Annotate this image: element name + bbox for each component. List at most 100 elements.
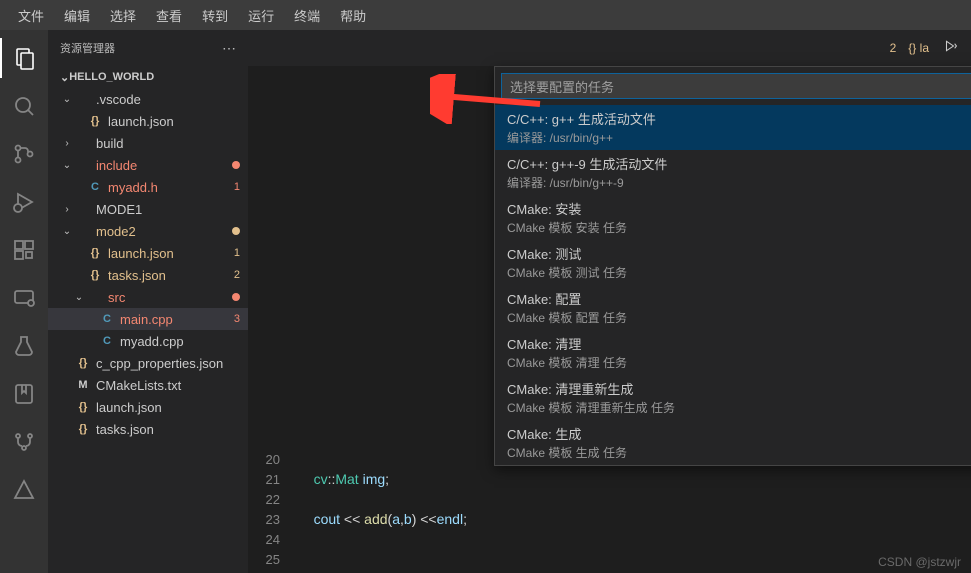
menu-item[interactable]: 帮助 — [330, 2, 376, 29]
tab-badge: 2 — [890, 41, 897, 55]
line-number: 23 — [248, 512, 298, 527]
file-item[interactable]: {}tasks.json — [48, 418, 248, 440]
chevron-down-icon: ⌄ — [72, 292, 86, 303]
menu-item[interactable]: 选择 — [100, 2, 146, 29]
tree-label: tasks.json — [96, 422, 240, 437]
explorer-icon[interactable] — [0, 38, 48, 78]
run-icon[interactable] — [941, 39, 959, 58]
code-line[interactable]: 23 cout << add(a,b) <<endl; — [248, 509, 971, 529]
activity-bar — [0, 30, 48, 573]
remote-icon[interactable] — [0, 278, 48, 318]
menu-item[interactable]: 编辑 — [54, 2, 100, 29]
menubar: 文件编辑选择查看转到运行终端帮助 — [0, 0, 971, 30]
folder-item[interactable]: ⌄ .vscode — [48, 88, 248, 110]
tree-label: myadd.h — [108, 180, 230, 195]
quick-pick-desc: CMake 模板 清理重新生成 任务 — [507, 399, 971, 416]
file-item[interactable]: {} launch.json — [48, 110, 248, 132]
tree-label: src — [108, 290, 232, 305]
project-title[interactable]: ⌄ HELLO_WORLD — [48, 66, 248, 88]
tree-label: mode2 — [96, 224, 232, 239]
json-icon: {} — [86, 115, 104, 127]
cmake-icon[interactable] — [0, 470, 48, 510]
file-item[interactable]: Cmyadd.cpp — [48, 330, 248, 352]
quick-pick-desc: CMake 模板 测试 任务 — [507, 264, 971, 281]
c-file-icon: C — [98, 313, 116, 325]
menu-item[interactable]: 转到 — [192, 2, 238, 29]
chevron-down-icon: ⌄ — [60, 94, 74, 105]
watermark: CSDN @jstzwjr — [878, 555, 961, 569]
run-debug-icon[interactable] — [0, 182, 48, 222]
quick-pick-label: CMake: 生成 — [507, 424, 971, 443]
more-icon[interactable]: ⋯ — [222, 40, 236, 57]
quick-pick-desc: 编译器: /usr/bin/g++ — [507, 129, 971, 146]
code-line[interactable]: 21 cv::Mat img; — [248, 469, 971, 489]
git-graph-icon[interactable] — [0, 422, 48, 462]
code-line[interactable]: 25 — [248, 549, 971, 569]
quick-pick-list: C/C++: g++ 生成活动文件编译器: /usr/bin/g++C/C++:… — [495, 105, 971, 465]
tab-label[interactable]: {} la — [908, 41, 929, 55]
menu-item[interactable]: 查看 — [146, 2, 192, 29]
menu-item[interactable]: 文件 — [8, 2, 54, 29]
chevron-right-icon: › — [60, 138, 74, 149]
problem-badge: 3 — [234, 313, 240, 325]
chevron-down-icon: ⌄ — [60, 71, 69, 84]
file-tree: ⌄.vscode{}launch.json›build⌄includeCmyad… — [48, 88, 248, 440]
tree-label: include — [96, 158, 232, 173]
file-item[interactable]: Cmyadd.h1 — [48, 176, 248, 198]
bookmark-icon[interactable] — [0, 374, 48, 414]
source-control-icon[interactable] — [0, 134, 48, 174]
extensions-icon[interactable] — [0, 230, 48, 270]
json-icon: {} — [74, 357, 92, 369]
file-item[interactable]: M CMakeLists.txt — [48, 374, 248, 396]
tree-label: launch.json — [96, 400, 240, 415]
folder-item[interactable]: ›MODE1 — [48, 198, 248, 220]
file-item[interactable]: {}c_cpp_properties.json — [48, 352, 248, 374]
folder-item[interactable]: ›build — [48, 132, 248, 154]
file-item[interactable]: Cmain.cpp3 — [48, 308, 248, 330]
quick-pick-desc: 编译器: /usr/bin/g++-9 — [507, 174, 971, 191]
quick-pick-item[interactable]: C/C++: g++-9 生成活动文件编译器: /usr/bin/g++-9 — [495, 150, 971, 195]
file-item[interactable]: {} launch.json — [48, 396, 248, 418]
folder-item[interactable]: ⌄mode2 — [48, 220, 248, 242]
cmake-icon: M — [74, 379, 92, 391]
quick-pick-item[interactable]: CMake: 清理CMake 模板 清理 任务 — [495, 330, 971, 375]
line-number: 25 — [248, 552, 298, 567]
quick-pick-item[interactable]: CMake: 清理重新生成CMake 模板 清理重新生成 任务 — [495, 375, 971, 420]
line-number: 22 — [248, 492, 298, 507]
quick-pick-item[interactable]: CMake: 配置CMake 模板 配置 任务 — [495, 285, 971, 330]
menu-item[interactable]: 终端 — [284, 2, 330, 29]
folder-item[interactable]: ⌄include — [48, 154, 248, 176]
menu-item[interactable]: 运行 — [238, 2, 284, 29]
json-icon: {} — [86, 247, 104, 259]
sidebar-title: 资源管理器 — [60, 40, 115, 56]
sidebar: 资源管理器 ⋯ ⌄ HELLO_WORLD ⌄ .vscode {} launch.j… — [48, 30, 248, 573]
code-line[interactable]: 22 — [248, 489, 971, 509]
problem-badge: 2 — [234, 269, 240, 281]
file-item[interactable]: {} launch.json 1 — [48, 242, 248, 264]
sidebar-header: 资源管理器 ⋯ — [48, 30, 248, 66]
folder-item[interactable]: ⌄ src — [48, 286, 248, 308]
quick-pick-item[interactable]: CMake: 安装CMake 模板 安装 任务 — [495, 195, 971, 240]
quick-pick-input[interactable]: 选择要配置的任务 — [501, 73, 971, 99]
tree-label: CMakeLists.txt — [96, 378, 240, 393]
quick-pick-label: C/C++: g++ 生成活动文件 — [507, 109, 971, 128]
quick-pick-item[interactable]: CMake: 测试CMake 模板 测试 任务 — [495, 240, 971, 285]
tree-label: tasks.json — [108, 268, 230, 283]
code-line[interactable]: 24 — [248, 529, 971, 549]
tree-label: launch.json — [108, 114, 240, 129]
quick-pick-item[interactable]: C/C++: g++ 生成活动文件编译器: /usr/bin/g++ — [495, 105, 971, 150]
quick-pick-label: C/C++: g++-9 生成活动文件 — [507, 154, 971, 173]
tree-label: .vscode — [96, 92, 240, 107]
quick-pick-label: CMake: 配置 — [507, 289, 971, 308]
file-item[interactable]: {}tasks.json2 — [48, 264, 248, 286]
search-icon[interactable] — [0, 86, 48, 126]
test-icon[interactable] — [0, 326, 48, 366]
code-content: cv::Mat img; — [298, 471, 389, 487]
problem-badge: 1 — [234, 247, 240, 259]
quick-pick: 选择要配置的任务 C/C++: g++ 生成活动文件编译器: /usr/bin/… — [494, 66, 971, 466]
quick-pick-item[interactable]: CMake: 生成CMake 模板 生成 任务 — [495, 420, 971, 465]
quick-pick-desc: CMake 模板 生成 任务 — [507, 444, 971, 461]
tree-label: launch.json — [108, 246, 230, 261]
chevron-right-icon: › — [60, 204, 74, 215]
json-icon: {} — [74, 401, 92, 413]
